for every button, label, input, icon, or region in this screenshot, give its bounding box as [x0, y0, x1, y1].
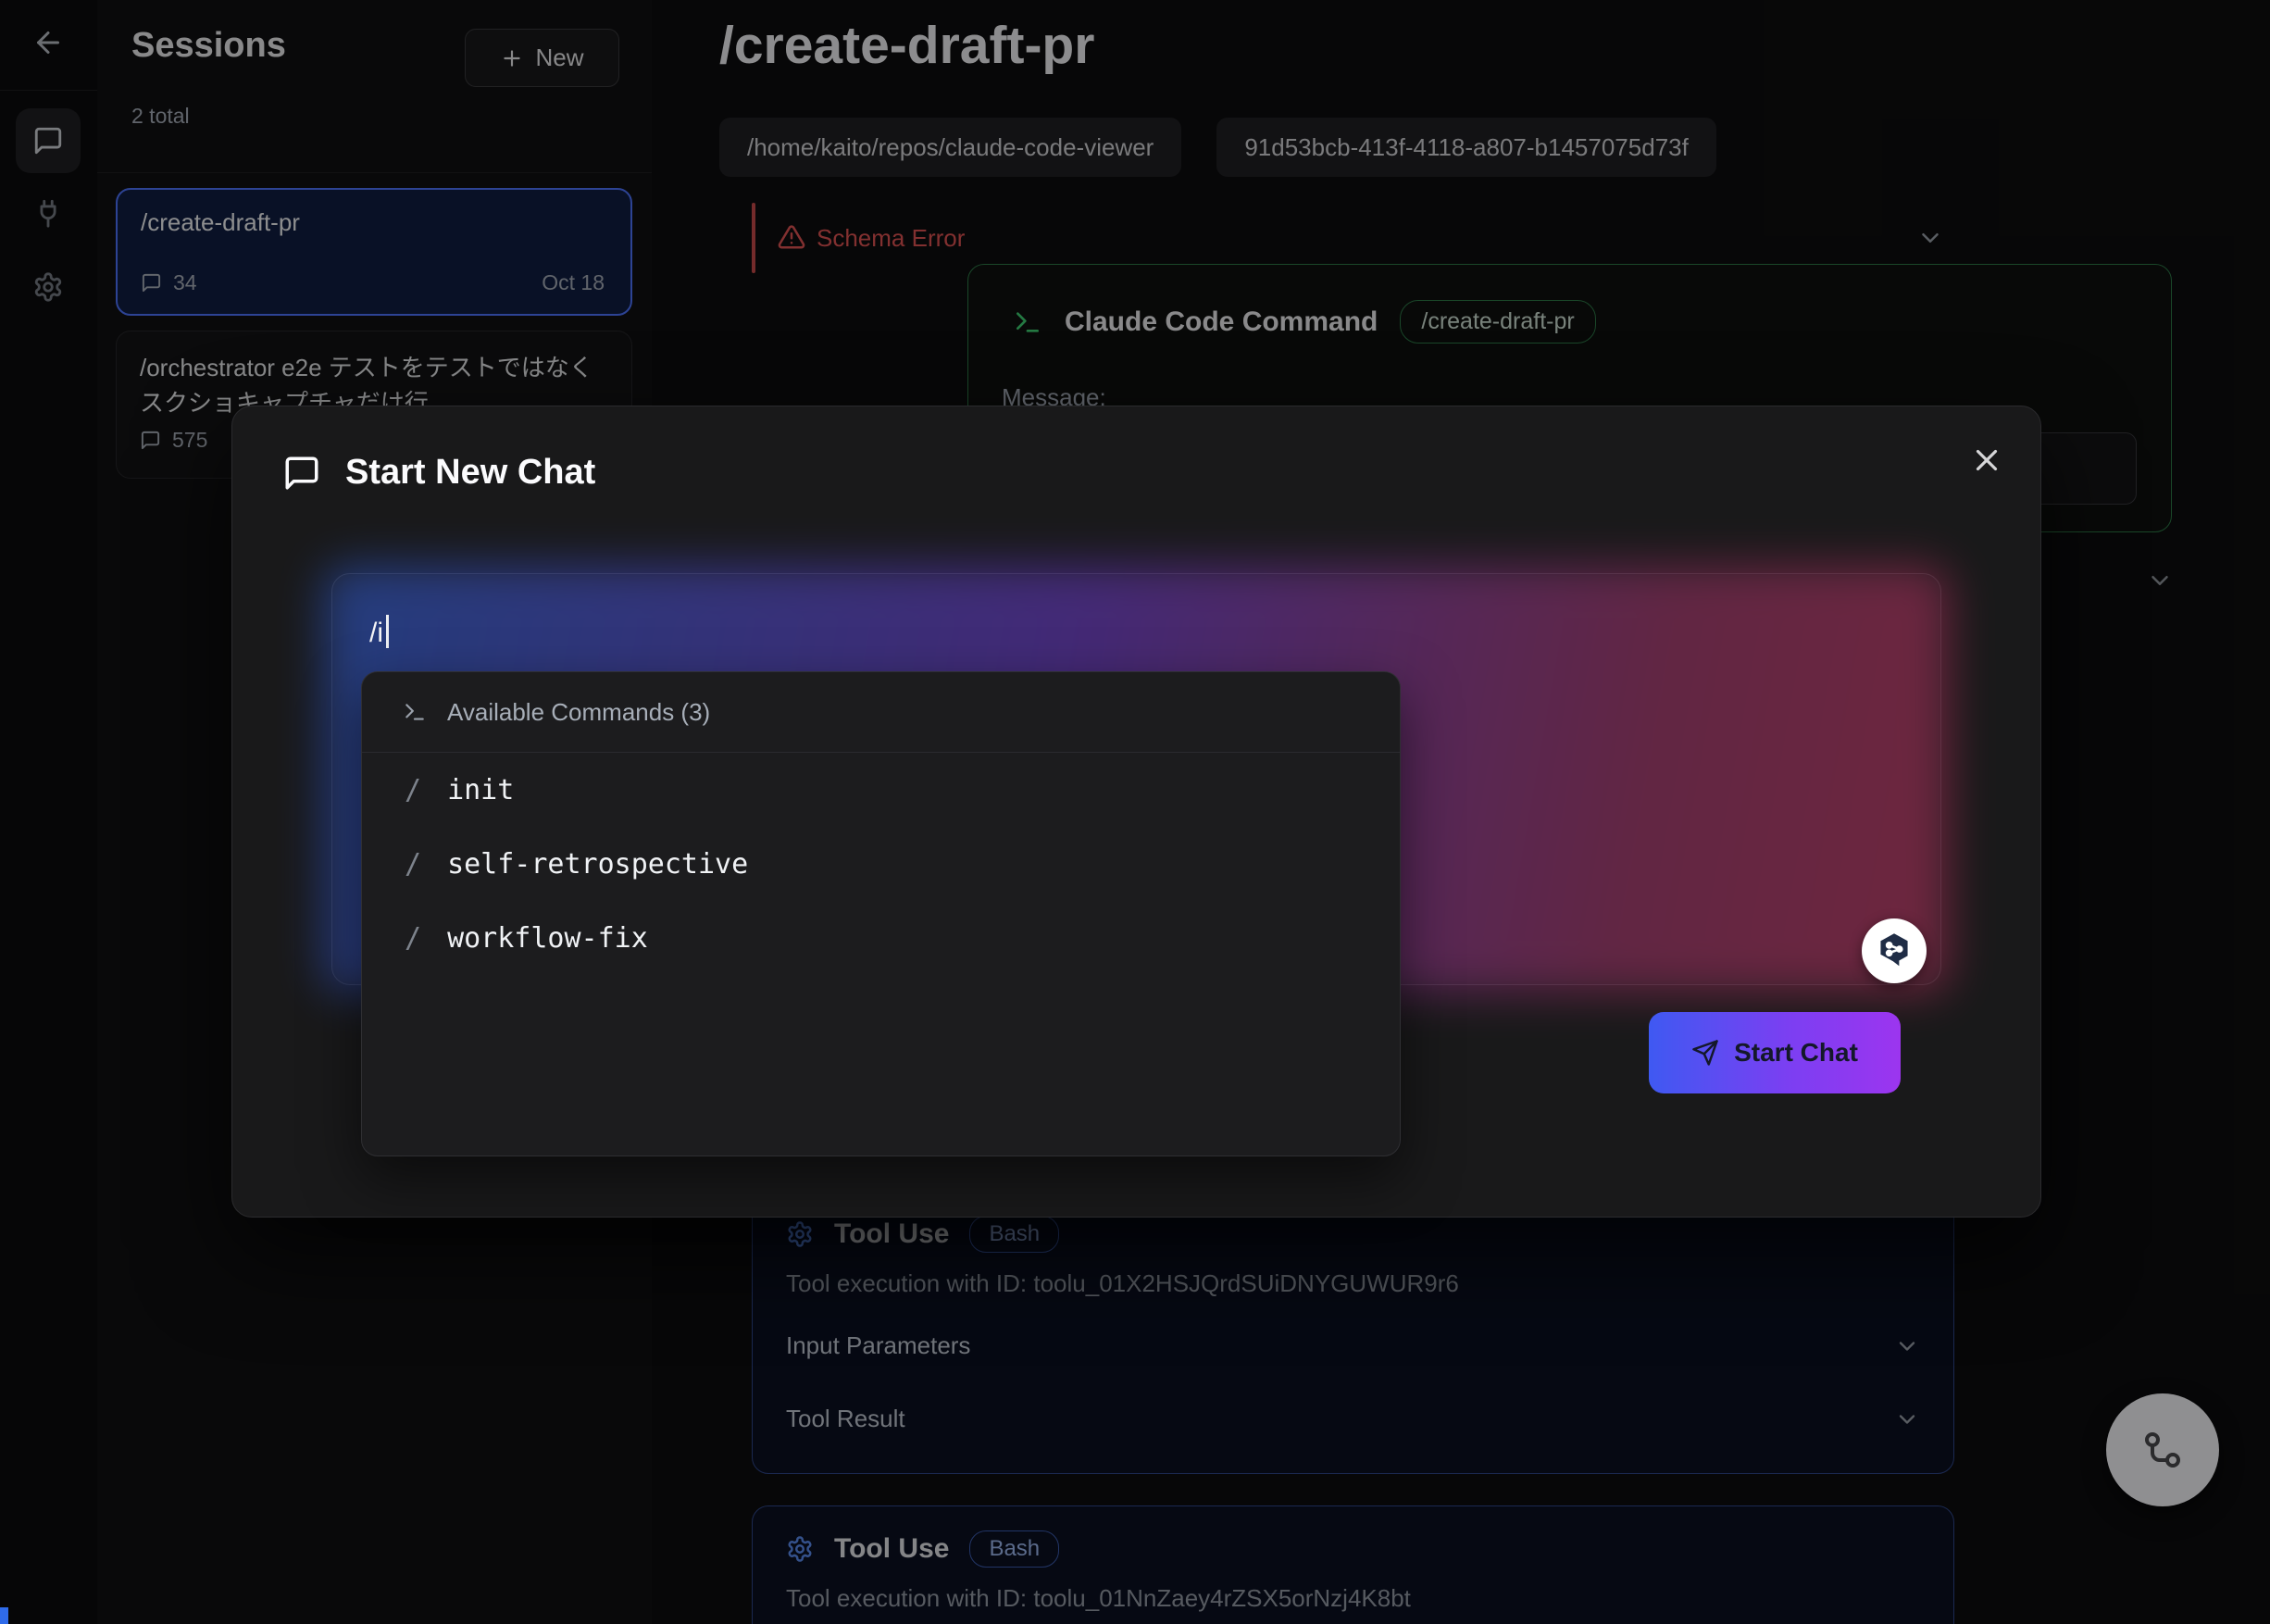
app-screen: Sessions New 2 total /create-draft-pr 34…: [0, 0, 2270, 1624]
command-prefix: /: [405, 922, 421, 955]
modal-title: Start New Chat: [345, 453, 595, 493]
claude-code-logo-button[interactable]: [1862, 918, 1927, 983]
command-name: workflow-fix: [447, 922, 648, 955]
git-session-fab[interactable]: [2106, 1393, 2219, 1506]
text-cursor: [386, 615, 389, 648]
command-option-workflow-fix[interactable]: / workflow-fix: [362, 901, 1400, 975]
command-option-init[interactable]: / init: [362, 753, 1400, 827]
input-value: /i: [369, 618, 383, 648]
command-name: self-retrospective: [447, 848, 748, 881]
command-prefix: /: [405, 774, 421, 806]
command-prefix: /: [405, 848, 421, 881]
terminal-icon: [403, 700, 427, 724]
git-branch-icon: [2140, 1428, 2185, 1472]
start-chat-label: Start Chat: [1734, 1038, 1858, 1068]
start-new-chat-modal: Start New Chat /i: [231, 406, 2041, 1218]
close-button[interactable]: [1966, 440, 2007, 481]
command-autocomplete-dropdown: Available Commands (3) / init / self-ret…: [361, 671, 1401, 1156]
available-commands-header: Available Commands (3): [362, 672, 1400, 753]
send-icon: [1691, 1039, 1719, 1067]
bottom-left-accent: [0, 1607, 8, 1624]
available-commands-label: Available Commands (3): [447, 698, 710, 727]
hexagon-chat-logo-icon: [1873, 930, 1915, 972]
start-chat-button[interactable]: Start Chat: [1649, 1012, 1901, 1093]
command-name: init: [447, 774, 514, 806]
close-icon: [1969, 443, 2004, 478]
chat-bubble-icon: [282, 454, 321, 493]
command-option-self-retrospective[interactable]: / self-retrospective: [362, 827, 1400, 901]
